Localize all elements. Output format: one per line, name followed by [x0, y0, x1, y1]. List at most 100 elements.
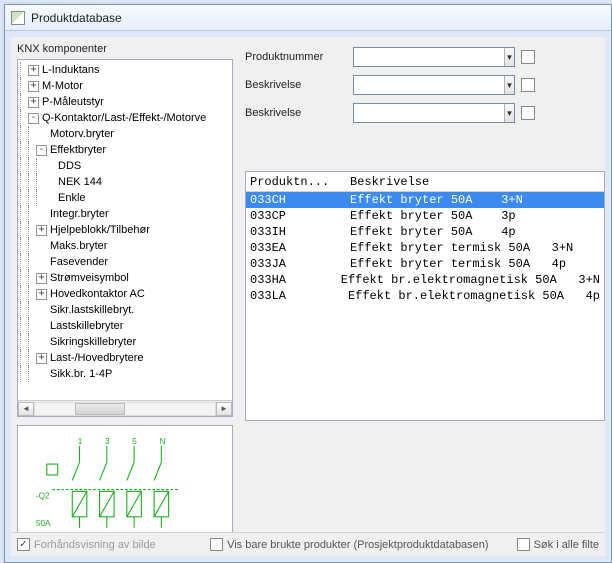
table-row[interactable]: 033JAEffekt bryter termisk 50A 4p	[246, 256, 604, 272]
table-row[interactable]: 033EAEffekt bryter termisk 50A 3+N	[246, 240, 604, 256]
used-products-checkbox[interactable]	[210, 538, 223, 551]
expand-icon[interactable]: +	[36, 353, 47, 364]
expand-icon[interactable]: +	[28, 65, 39, 76]
tree-item[interactable]: -Q-Kontaktor/Last-/Effekt-/Motorve	[20, 110, 232, 126]
cell-produktnummer: 033CH	[250, 193, 350, 207]
svg-text:1: 1	[78, 437, 83, 446]
chevron-down-icon[interactable]: ▼	[504, 104, 514, 122]
window-title: Produktdatabase	[31, 11, 122, 25]
filter-combo[interactable]: ▼	[353, 75, 515, 95]
filter-combo[interactable]: ▼	[353, 103, 515, 123]
tree-hscrollbar[interactable]: ◄ ►	[18, 400, 232, 416]
used-products-checkbox-row[interactable]: Vis bare brukte produkter (Prosjektprodu…	[210, 538, 489, 551]
tree-item[interactable]: +Strømveisymbol	[20, 270, 232, 286]
tree-item[interactable]: -Effektbryter	[20, 142, 232, 158]
table-row[interactable]: 033CHEffekt bryter 50A 3+N	[246, 192, 604, 208]
tree-item[interactable]: +M-Motor	[20, 78, 232, 94]
tree-item[interactable]: +Hjelpeblokk/Tilbehør	[20, 222, 232, 238]
collapse-icon[interactable]: -	[28, 113, 39, 124]
table-row[interactable]: 033IHEffekt bryter 50A 4p	[246, 224, 604, 240]
preview-panel: -Q2 50A 1 3 5 N	[17, 425, 233, 545]
search-all-checkbox[interactable]	[517, 538, 530, 551]
cell-beskrivelse: Effekt bryter 50A 3+N	[350, 193, 600, 207]
table-row[interactable]: 033CPEffekt bryter 50A 3p	[246, 208, 604, 224]
tree-item[interactable]: Motorv.bryter	[20, 126, 232, 142]
tree-item-label: Enkle	[58, 190, 86, 206]
tree-item-label: Fasevender	[50, 254, 108, 270]
tree-item-label: NEK 144	[58, 174, 102, 190]
tree-item[interactable]: NEK 144	[20, 174, 232, 190]
search-all-checkbox-row[interactable]: Søk i alle filte	[517, 538, 599, 551]
expand-icon[interactable]: +	[36, 289, 47, 300]
svg-text:-Q2: -Q2	[36, 492, 50, 501]
cell-produktnummer: 033IH	[250, 225, 350, 239]
expand-icon[interactable]: +	[36, 225, 47, 236]
tree-item[interactable]: Sikr.lastskillebryt.	[20, 302, 232, 318]
svg-text:N: N	[160, 437, 166, 446]
tree-panel: +L-Induktans+M-Motor+P-Måleutstyr-Q-Kont…	[17, 59, 233, 417]
expand-icon[interactable]: +	[36, 273, 47, 284]
filter-input[interactable]	[354, 77, 504, 93]
tree-item[interactable]: +L-Induktans	[20, 62, 232, 78]
tree-item[interactable]: Fasevender	[20, 254, 232, 270]
tree-item[interactable]: DDS	[20, 158, 232, 174]
schematic-preview: -Q2 50A 1 3 5 N	[30, 435, 220, 535]
cell-beskrivelse: Effekt bryter 50A 4p	[350, 225, 600, 239]
expand-icon[interactable]: +	[28, 97, 39, 108]
filter-row: Beskrivelse ▼	[245, 75, 597, 95]
result-grid[interactable]: Produktn... Beskrivelse 033CHEffekt bryt…	[245, 171, 605, 421]
tree-item[interactable]: +Last-/Hovedbrytere	[20, 350, 232, 366]
tree-heading: KNX komponenter	[17, 43, 107, 55]
cell-beskrivelse: Effekt br.elektromagnetisk 50A 4p	[348, 289, 600, 303]
filter-input[interactable]	[354, 105, 504, 121]
tree-item[interactable]: Lastskillebryter	[20, 318, 232, 334]
cell-produktnummer: 033JA	[250, 257, 350, 271]
tree-item[interactable]: Sikk.br. 1-4P	[20, 366, 232, 382]
preview-checkbox-row: ✓ Forhåndsvisning av bilde	[17, 538, 156, 551]
tree-item[interactable]: +Hovedkontaktor AC	[20, 286, 232, 302]
chevron-down-icon[interactable]: ▼	[504, 48, 514, 66]
expand-icon[interactable]: +	[28, 81, 39, 92]
grid-body: 033CHEffekt bryter 50A 3+N033CPEffekt br…	[246, 192, 604, 304]
tree-item[interactable]: Enkle	[20, 190, 232, 206]
tree-item-label: Lastskillebryter	[50, 318, 123, 334]
scroll-track[interactable]	[34, 402, 216, 416]
tree-item[interactable]: Sikringskillebryter	[20, 334, 232, 350]
cell-produktnummer: 033EA	[250, 241, 350, 255]
cell-produktnummer: 033HA	[250, 273, 341, 287]
filter-extra-checkbox[interactable]	[521, 78, 535, 92]
titlebar[interactable]: Produktdatabase	[5, 5, 611, 31]
svg-text:3: 3	[105, 437, 110, 446]
tree-item-label: Maks.bryter	[50, 238, 107, 254]
component-tree[interactable]: +L-Induktans+M-Motor+P-Måleutstyr-Q-Kont…	[18, 60, 232, 400]
table-row[interactable]: 033LAEffekt br.elektromagnetisk 50A 4p	[246, 288, 604, 304]
tree-item[interactable]: +P-Måleutstyr	[20, 94, 232, 110]
grid-header-beskrivelse[interactable]: Beskrivelse	[350, 175, 600, 189]
filter-extra-checkbox[interactable]	[521, 106, 535, 120]
tree-item-label: Sikr.lastskillebryt.	[50, 302, 134, 318]
filter-input[interactable]	[354, 49, 504, 65]
filter-combo[interactable]: ▼	[353, 47, 515, 67]
cell-produktnummer: 033LA	[250, 289, 348, 303]
scroll-thumb[interactable]	[75, 403, 125, 415]
tree-item[interactable]: Integr.bryter	[20, 206, 232, 222]
filter-label: Produktnummer	[245, 51, 353, 63]
filter-extra-checkbox[interactable]	[521, 50, 535, 64]
cell-beskrivelse: Effekt bryter 50A 3p	[350, 209, 600, 223]
filter-label: Beskrivelse	[245, 107, 353, 119]
scroll-left-button[interactable]: ◄	[18, 402, 34, 416]
tree-item-label: P-Måleutstyr	[42, 94, 104, 110]
filter-label: Beskrivelse	[245, 79, 353, 91]
tree-item-label: Sikringskillebryter	[50, 334, 136, 350]
tree-item[interactable]: Maks.bryter	[20, 238, 232, 254]
svg-text:50A: 50A	[36, 519, 51, 528]
table-row[interactable]: 033HAEffekt br.elektromagnetisk 50A 3+N	[246, 272, 604, 288]
preview-checkbox: ✓	[17, 538, 30, 551]
grid-header-produktnummer[interactable]: Produktn...	[250, 175, 350, 189]
tree-item-label: L-Induktans	[42, 62, 99, 78]
chevron-down-icon[interactable]: ▼	[504, 76, 514, 94]
search-all-label: Søk i alle filte	[534, 539, 599, 551]
collapse-icon[interactable]: -	[36, 145, 47, 156]
bottom-bar: ✓ Forhåndsvisning av bilde Vis bare bruk…	[11, 532, 605, 556]
scroll-right-button[interactable]: ►	[216, 402, 232, 416]
